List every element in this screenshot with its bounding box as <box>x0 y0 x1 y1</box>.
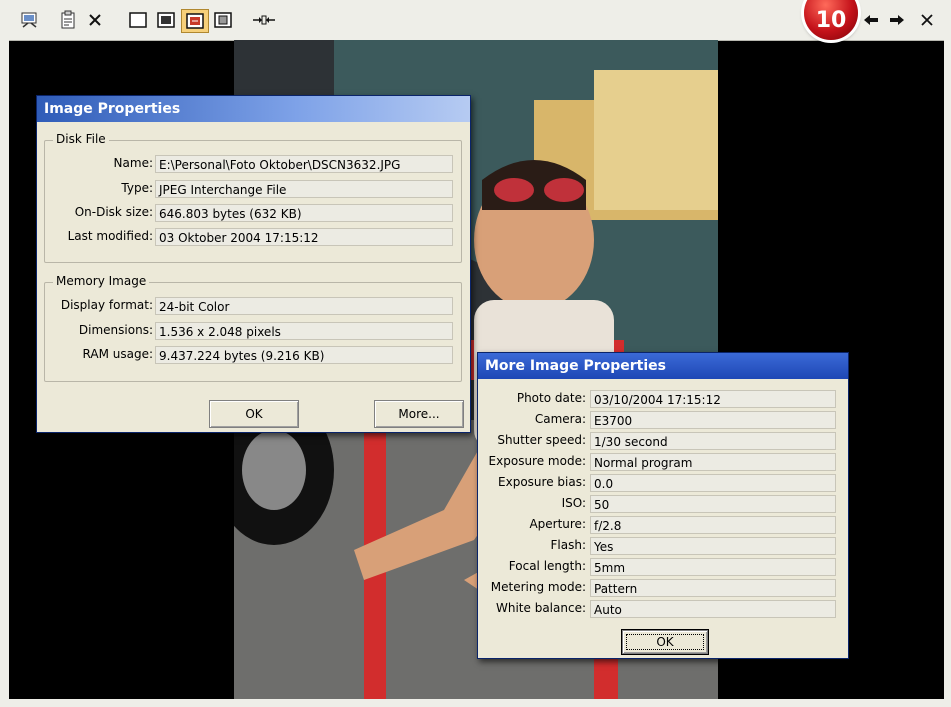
disk-file-group: Disk File Name: E:\Personal\Foto Oktober… <box>44 132 462 263</box>
image-properties-title: Image Properties <box>37 96 470 122</box>
display-format-label: Display format: <box>60 298 153 312</box>
disk-file-group-label: Disk File <box>53 132 109 146</box>
more-property-value: 03/10/2004 17:15:12 <box>590 390 836 408</box>
close-viewer-icon[interactable] <box>916 9 938 31</box>
viewer-toolbar: 10 <box>0 0 951 41</box>
ram-usage-row: RAM usage: <box>45 345 153 365</box>
more-image-properties-title: More Image Properties <box>478 353 848 379</box>
previous-arrow-icon[interactable] <box>860 9 882 31</box>
type-row: Type: <box>45 179 153 199</box>
more-property-label: White balance: <box>496 601 586 615</box>
more-property-row: Flash: <box>478 536 587 556</box>
more-property-value: Yes <box>590 537 836 555</box>
on-disk-size-row: On-Disk size: <box>45 203 153 223</box>
more-property-label: Exposure bias: <box>498 475 586 489</box>
more-property-row: Exposure mode: <box>478 452 586 472</box>
stretch-icon[interactable] <box>251 9 277 31</box>
more-property-label: ISO: <box>561 496 586 510</box>
display-format-row: Display format: <box>45 296 153 316</box>
type-label: Type: <box>121 181 153 195</box>
more-property-label: Exposure mode: <box>488 454 586 468</box>
zoom-fit-icon[interactable] <box>211 9 235 31</box>
name-label: Name: <box>113 156 153 170</box>
memory-image-group-label: Memory Image <box>53 274 150 288</box>
more-property-value: E3700 <box>590 411 836 429</box>
memory-image-group: Memory Image Display format: 24-bit Colo… <box>44 274 462 382</box>
step-number-badge: 10 <box>804 0 858 40</box>
more-property-label: Camera: <box>534 412 586 426</box>
more-property-label: Metering mode: <box>490 580 586 594</box>
more-property-row: Focal length: <box>478 557 586 577</box>
next-arrow-icon[interactable] <box>886 9 908 31</box>
dimensions-row: Dimensions: <box>45 321 153 341</box>
viewer-frame-bottom <box>0 699 951 707</box>
more-property-row: Metering mode: <box>478 578 586 598</box>
last-modified-row: Last modified: <box>45 227 153 247</box>
more-property-label: Photo date: <box>516 391 586 405</box>
last-modified-label: Last modified: <box>67 229 153 243</box>
more-property-row: Exposure bias: <box>478 473 586 493</box>
type-field: JPEG Interchange File <box>155 180 453 198</box>
more-property-value: 50 <box>590 495 836 513</box>
close-icon[interactable] <box>84 9 106 31</box>
image-properties-dialog: Image Properties Disk File Name: E:\Pers… <box>36 95 471 433</box>
viewer-frame-left <box>0 40 9 707</box>
more-property-row: White balance: <box>478 599 586 619</box>
more-property-label: Shutter speed: <box>497 433 586 447</box>
more-property-row: Aperture: <box>478 515 586 535</box>
more-property-value: 0.0 <box>590 474 836 492</box>
on-disk-size-label: On-Disk size: <box>74 205 153 219</box>
ram-usage-label: RAM usage: <box>82 347 153 361</box>
more-property-value: f/2.8 <box>590 516 836 534</box>
display-format-field: 24-bit Color <box>155 297 453 315</box>
actual-size-icon[interactable] <box>181 9 209 33</box>
dimensions-field: 1.536 x 2.048 pixels <box>155 322 453 340</box>
more-property-row: Camera: <box>478 410 586 430</box>
more-image-properties-dialog: More Image Properties Photo date: 03/10/2… <box>477 352 849 659</box>
more-button[interactable]: More... <box>374 400 464 428</box>
more-ok-button[interactable]: OK <box>621 629 709 655</box>
more-property-row: ISO: <box>478 494 586 514</box>
name-field: E:\Personal\Foto Oktober\DSCN3632.JPG <box>155 155 453 173</box>
ram-usage-field: 9.437.224 bytes (9.216 KB) <box>155 346 453 364</box>
more-property-label: Focal length: <box>508 559 586 573</box>
more-property-row: Shutter speed: <box>478 431 586 451</box>
fit-window-icon[interactable] <box>126 9 150 31</box>
ok-button[interactable]: OK <box>209 400 299 428</box>
more-property-value: Auto <box>590 600 836 618</box>
dimensions-label: Dimensions: <box>78 323 153 337</box>
more-property-value: Pattern <box>590 579 836 597</box>
fit-width-icon[interactable] <box>154 9 178 31</box>
more-property-row: Photo date: <box>478 389 586 409</box>
more-property-label: Flash: <box>550 538 587 552</box>
on-disk-size-field: 646.803 bytes (632 KB) <box>155 204 453 222</box>
viewer-frame-right <box>944 40 951 707</box>
last-modified-field: 03 Oktober 2004 17:15:12 <box>155 228 453 246</box>
slideshow-icon[interactable] <box>18 9 42 31</box>
more-property-value: 5mm <box>590 558 836 576</box>
more-property-value: Normal program <box>590 453 836 471</box>
more-property-label: Aperture: <box>529 517 586 531</box>
more-property-value: 1/30 second <box>590 432 836 450</box>
properties-icon[interactable] <box>56 9 80 31</box>
name-row: Name: <box>45 154 153 174</box>
